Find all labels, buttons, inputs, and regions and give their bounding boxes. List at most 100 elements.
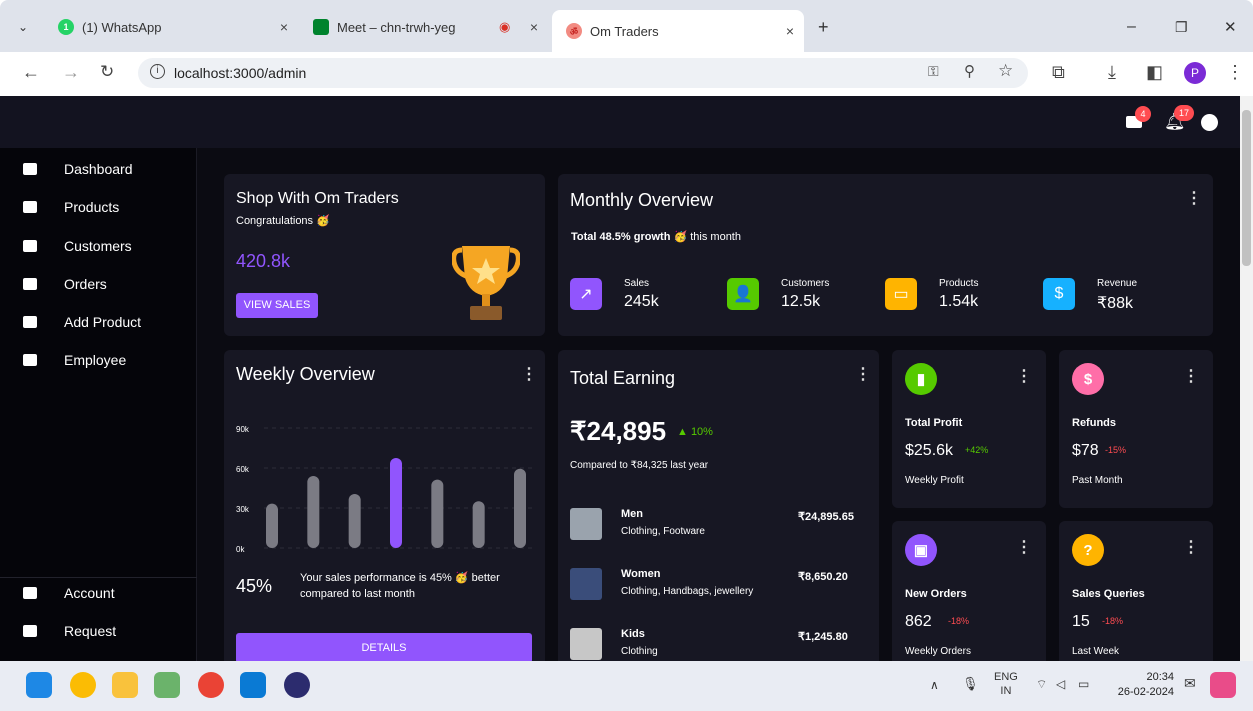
mail-badge: 4	[1135, 106, 1151, 122]
close-window-button[interactable]: ✕	[1224, 12, 1237, 42]
item-name: Men	[621, 508, 643, 520]
item-value: ₹1,245.80	[798, 631, 848, 643]
profile-avatar[interactable]: P	[1184, 62, 1206, 84]
language-indicator[interactable]: ENG IN	[994, 670, 1018, 698]
more-vert-icon[interactable]: ⋮	[855, 364, 871, 384]
stat-label: Products	[939, 278, 979, 289]
stat-card-period: Weekly Profit	[905, 475, 964, 486]
more-vert-icon[interactable]: ⋮	[1016, 366, 1032, 386]
earning-item: Women Clothing, Handbags, jewellery ₹8,650…	[570, 568, 870, 604]
bookmark-star-icon[interactable]: ☆	[998, 61, 1013, 81]
new-tab-button[interactable]: +	[818, 12, 829, 42]
sidebar-item-account[interactable]: Account	[0, 574, 197, 612]
back-icon[interactable]: ←	[22, 62, 40, 83]
stat-card-period: Past Month	[1072, 475, 1123, 486]
stat-value: 1.54k	[939, 293, 979, 310]
stat-card-change: -18%	[948, 616, 970, 626]
more-vert-icon[interactable]: ⋮	[1186, 188, 1202, 208]
eclipse-icon[interactable]	[284, 672, 310, 698]
item-desc: Clothing, Footware	[621, 526, 705, 537]
more-vert-icon[interactable]: ⋮	[1183, 537, 1199, 557]
volume-icon[interactable]: ◁	[1056, 677, 1065, 691]
weekly-text: Your sales performance is 45% 🥳 better c…	[300, 572, 500, 600]
stat-card-total-profit: ▮ ⋮ Total Profit $25.6k +42% Weekly Profit	[892, 350, 1046, 508]
y-tick-label: 90k	[236, 425, 250, 434]
chrome-profile-icon[interactable]	[198, 672, 224, 698]
bar[interactable]	[348, 494, 361, 548]
details-button[interactable]: DETAILS	[236, 633, 532, 661]
wifi-icon[interactable]: ⌔	[1036, 677, 1047, 692]
more-vert-icon[interactable]: ⋮	[521, 364, 537, 384]
item-name: Kids	[621, 628, 645, 640]
site-info-icon[interactable]: i	[150, 64, 165, 79]
stat-card-period: Last Week	[1072, 646, 1120, 657]
more-vert-icon[interactable]: ⋮	[1016, 537, 1032, 557]
y-tick-label: 30k	[236, 505, 250, 514]
close-icon[interactable]: ×	[786, 23, 794, 39]
side-panel-icon[interactable]: ◧	[1146, 62, 1163, 83]
minimize-button[interactable]: –	[1127, 12, 1136, 42]
stat-card-change: -15%	[1105, 445, 1127, 455]
extensions-icon[interactable]: ⧉	[1052, 62, 1065, 83]
tab-search-button[interactable]: ⌄	[18, 12, 28, 42]
url-text[interactable]: localhost:3000/admin	[174, 65, 306, 81]
bar[interactable]	[472, 501, 485, 548]
tab-meet[interactable]: Meet – chn-trwh-yeg ◉ ×	[313, 12, 538, 42]
view-sales-button[interactable]: VIEW SALES	[236, 293, 318, 318]
clock[interactable]: 20:34 26-02-2024	[1112, 670, 1174, 700]
bar[interactable]	[514, 468, 526, 548]
microphone-icon[interactable]: 🎙︎	[962, 676, 979, 692]
meet-icon	[313, 19, 329, 35]
region-label: IN	[1000, 685, 1012, 697]
close-icon[interactable]: ×	[530, 19, 538, 35]
item-name: Women	[621, 568, 661, 580]
more-vert-icon[interactable]: ⋮	[1183, 366, 1199, 386]
browser-tab-bar: ⌄ 1 (1) WhatsApp × Meet – chn-trwh-yeg ◉…	[0, 0, 1253, 52]
bar[interactable]	[431, 479, 444, 548]
file-explorer-icon[interactable]	[112, 672, 138, 698]
bar[interactable]	[390, 458, 402, 548]
account-circle-icon[interactable]	[1201, 114, 1218, 131]
bar[interactable]	[266, 503, 278, 548]
chrome-icon[interactable]	[70, 672, 96, 698]
chevron-up-icon[interactable]: ∧	[930, 678, 939, 692]
download-icon[interactable]: ⤓	[1108, 62, 1116, 83]
stat-label: Customers	[781, 278, 830, 289]
photos-icon[interactable]	[154, 672, 180, 698]
item-desc: Clothing	[621, 646, 658, 657]
sidebar-item-employee[interactable]: Employee	[0, 341, 197, 379]
omnibox[interactable]: i localhost:3000/admin ⚿ ⚲ ☆	[138, 58, 1028, 88]
copilot-icon[interactable]	[1210, 672, 1236, 698]
stat-card-title: Sales Queries	[1072, 588, 1145, 600]
sidebar-item-customers[interactable]: Customers	[0, 227, 197, 265]
key-icon[interactable]: ⚿	[928, 63, 939, 80]
stat-revenue: $ Revenue ₹88k	[1043, 278, 1193, 314]
sidebar-item-products[interactable]: Products	[0, 188, 197, 226]
restore-button[interactable]: ❐	[1175, 12, 1188, 42]
menu-kebab-icon[interactable]: ⋮	[1226, 62, 1244, 83]
weekly-bar-chart: 90k 60k 30k 0k	[236, 425, 534, 554]
battery-icon[interactable]: ▭	[1078, 677, 1089, 691]
vscode-icon[interactable]	[240, 672, 266, 698]
stat-card-refunds: $ ⋮ Refunds $78 -15% Past Month	[1059, 350, 1213, 508]
stat-card-value: 862	[905, 613, 932, 630]
close-icon[interactable]: ×	[280, 19, 288, 35]
laptop-icon: ▭	[885, 278, 917, 310]
scrollbar-thumb[interactable]	[1242, 110, 1251, 266]
notification-icon[interactable]: ✉	[1184, 675, 1196, 692]
zoom-icon[interactable]: ⚲	[964, 62, 975, 80]
forward-icon[interactable]: →	[62, 62, 80, 83]
tab-whatsapp[interactable]: 1 (1) WhatsApp ×	[58, 12, 288, 42]
tab-om-traders[interactable]: ॐ Om Traders ×	[552, 10, 804, 52]
sidebar-item-request[interactable]: Request	[0, 612, 197, 650]
sidebar-item-orders[interactable]: Orders	[0, 265, 197, 303]
reload-icon[interactable]: ↻	[100, 62, 114, 82]
stat-card-sales-queries: ? ⋮ Sales Queries 15 -18% Last Week	[1059, 521, 1213, 661]
dollar-icon: $	[1043, 278, 1075, 310]
windows-start-icon[interactable]	[26, 672, 52, 698]
page-scrollbar[interactable]	[1240, 96, 1253, 661]
sidebar-item-add-product[interactable]: Add Product	[0, 303, 197, 341]
sidebar-item-dashboard[interactable]: Dashboard	[0, 150, 197, 188]
help-circle-icon: ?	[1072, 534, 1104, 566]
bar[interactable]	[307, 476, 320, 548]
